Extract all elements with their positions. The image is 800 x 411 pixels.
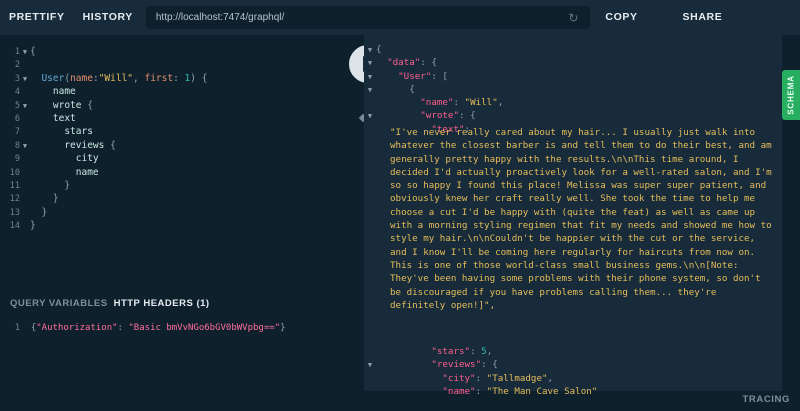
query-code[interactable]: 1 ▼{ 2 3 ▼ User(name:"Will", first: 1) { 4… — [0, 45, 364, 232]
header-key: "Authorization" — [36, 323, 118, 333]
code-line: 12 } — [0, 192, 364, 205]
code-line: 7 stars — [0, 125, 364, 138]
fold-arrow-icon[interactable]: ▼ — [364, 84, 376, 97]
code-line: 14} — [0, 219, 364, 232]
refresh-icon[interactable]: ↻ — [568, 11, 582, 25]
line-number: 1 — [14, 323, 20, 333]
line-number: 7 — [14, 127, 20, 138]
query-field: text — [52, 112, 76, 124]
result-value: "The Man Cave Salon" — [486, 385, 598, 397]
header-value: "Basic bmVvNGo6bGV0bWVpbg==" — [128, 323, 281, 333]
query-arg: name — [70, 72, 93, 84]
result-key: "data" — [387, 57, 421, 69]
query-field: name — [75, 166, 99, 178]
code-line: 9 city — [0, 152, 364, 165]
tab-query-variables[interactable]: QUERY VARIABLES — [10, 298, 108, 309]
result-json-tail: "stars": 5, ▼ "reviews": { "city": "Tall… — [364, 345, 782, 398]
code-line: 8 ▼ reviews { — [0, 139, 364, 152]
copy-curl-button[interactable]: COPY CURL — [596, 0, 673, 58]
query-field: reviews — [64, 139, 105, 151]
line-number: 1 — [14, 47, 20, 57]
line-number: 11 — [9, 180, 20, 191]
line-number: 5 — [14, 100, 20, 111]
result-value: "Will" — [464, 97, 498, 109]
share-playground-button[interactable]: SHARE PLAYGROUND — [674, 0, 800, 58]
code-line: 13 } — [0, 206, 364, 219]
tab-http-headers[interactable]: HTTP HEADERS (1) — [114, 298, 210, 309]
fold-arrow-icon[interactable]: ▼ — [20, 46, 30, 59]
fold-arrow-icon[interactable]: ▼ — [364, 71, 376, 84]
fold-arrow-icon[interactable]: ▼ — [364, 359, 376, 372]
result-text-value: "I've never really cared about my hair..… — [390, 127, 772, 311]
query-field: city — [75, 153, 99, 165]
toolbar: PRETTIFY HISTORY ↻ COPY CURL SHARE PLAYG… — [0, 0, 800, 58]
code-line: 6 text — [0, 112, 364, 125]
query-arg-value: "Will" — [98, 72, 134, 84]
line-number: 10 — [9, 167, 20, 178]
line-number: 12 — [9, 194, 20, 205]
line-number: 14 — [9, 221, 20, 232]
code-line: 4 name — [0, 85, 364, 98]
line-number: 3 — [14, 73, 20, 84]
query-function: User — [41, 72, 65, 84]
fold-arrow-icon[interactable]: ▼ — [20, 73, 30, 86]
endpoint-url-field: ↻ — [145, 6, 591, 29]
code-line: 2 — [0, 58, 364, 71]
fold-arrow-icon[interactable]: ▼ — [20, 100, 30, 113]
tracing-button[interactable]: TRACING — [743, 394, 790, 405]
code-line: 3 ▼ User(name:"Will", first: 1) { — [0, 72, 364, 85]
prettify-button[interactable]: PRETTIFY — [0, 0, 74, 35]
result-key: "name" — [442, 385, 476, 397]
code-line: 5 ▼ wrote { — [0, 99, 364, 112]
line-number: 6 — [14, 113, 20, 124]
schema-tab[interactable]: SCHEMA — [782, 70, 800, 120]
result-json: ▼{ ▼ "data": { ▼ "User": [ ▼ { "name": "… — [364, 43, 782, 136]
query-editor[interactable]: 1 ▼{ 2 3 ▼ User(name:"Will", first: 1) { 4… — [0, 35, 364, 411]
result-key: "wrote" — [420, 110, 459, 122]
line-number: 2 — [14, 60, 20, 71]
code-line: 10 name — [0, 166, 364, 179]
result-key: "city" — [442, 372, 476, 384]
code-line: 11 } — [0, 179, 364, 192]
http-headers-editor[interactable]: 1 {"Authorization": "Basic bmVvNGo6bGV0b… — [0, 323, 364, 333]
result-value: "Tallmadge" — [486, 372, 548, 384]
fold-arrow-icon[interactable]: ▼ — [364, 110, 376, 123]
history-button[interactable]: HISTORY — [74, 0, 142, 35]
schema-label: SCHEMA — [786, 75, 796, 115]
query-field: stars — [64, 126, 93, 138]
result-key: "name" — [420, 97, 454, 109]
line-number: 8 — [14, 140, 20, 151]
query-arg: first — [144, 72, 174, 84]
line-number: 9 — [14, 154, 20, 165]
fold-arrow-icon[interactable]: ▼ — [20, 140, 30, 153]
result-key: "stars" — [431, 346, 471, 357]
result-viewer: ▼{ ▼ "data": { ▼ "User": [ ▼ { "name": "… — [364, 35, 782, 397]
result-key: "User" — [398, 70, 432, 82]
fold-arrow-icon[interactable]: ▼ — [364, 57, 376, 70]
variables-tabs: QUERY VARIABLES HTTP HEADERS (1) — [10, 298, 210, 309]
result-key: "reviews" — [431, 359, 482, 371]
query-field: wrote — [52, 99, 82, 111]
query-field: name — [52, 86, 76, 98]
endpoint-url-input[interactable] — [153, 11, 569, 24]
line-number: 4 — [14, 87, 20, 98]
line-number: 13 — [9, 207, 20, 218]
fold-arrow-icon[interactable]: ▼ — [364, 44, 376, 57]
code-line: 1 ▼{ — [0, 45, 364, 58]
